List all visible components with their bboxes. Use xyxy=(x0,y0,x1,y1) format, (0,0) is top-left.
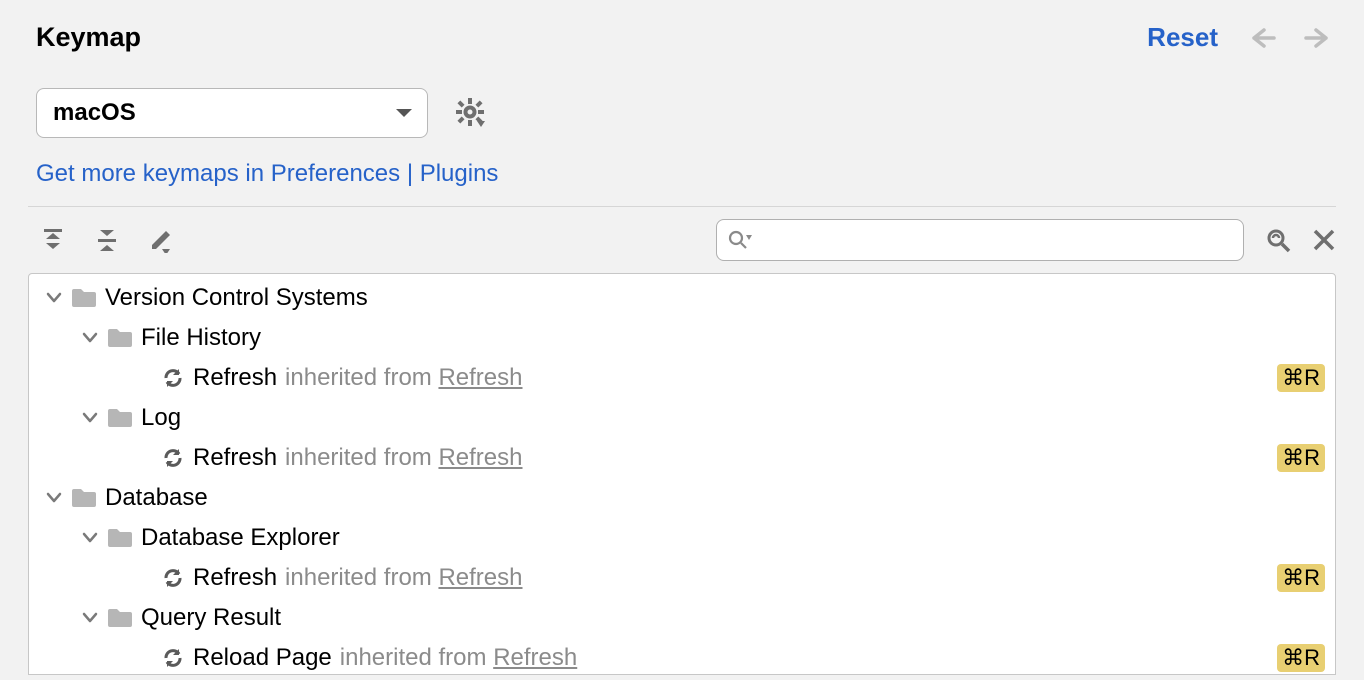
inherited-link[interactable]: Refresh xyxy=(438,364,522,391)
keymap-toolbar xyxy=(0,207,1364,273)
tree-node-log[interactable]: Log xyxy=(29,398,1335,438)
tree-node-label: Database xyxy=(105,484,208,512)
chevron-down-icon xyxy=(79,612,101,624)
shortcut-badge: ⌘R xyxy=(1277,644,1325,672)
action-db-explorer-refresh[interactable]: Refresh inherited from Refresh ⌘R xyxy=(29,558,1335,598)
search-input-container[interactable] xyxy=(716,219,1244,261)
keymap-selector-row: macOS xyxy=(0,53,1364,138)
get-more-keymaps-link[interactable]: Get more keymaps in Preferences | Plugin… xyxy=(0,138,1364,206)
shortcut-badge: ⌘R xyxy=(1277,364,1325,392)
inherited-link[interactable]: Refresh xyxy=(438,444,522,471)
find-by-shortcut-icon[interactable] xyxy=(1264,226,1292,254)
tree-node-label: Database Explorer xyxy=(141,524,340,552)
search-input[interactable] xyxy=(759,228,1233,253)
action-log-refresh[interactable]: Refresh inherited from Refresh ⌘R xyxy=(29,438,1335,478)
close-icon[interactable] xyxy=(1312,228,1336,252)
refresh-icon xyxy=(161,646,185,670)
tree-node-label: Log xyxy=(141,404,181,432)
chevron-down-icon xyxy=(79,412,101,424)
search-icon xyxy=(727,229,759,251)
folder-icon xyxy=(107,327,133,349)
tree-node-db-explorer[interactable]: Database Explorer xyxy=(29,518,1335,558)
folder-icon xyxy=(107,527,133,549)
action-label: Refresh xyxy=(193,564,277,592)
gear-icon[interactable] xyxy=(456,98,486,128)
refresh-icon xyxy=(161,366,185,390)
tree-node-file-history[interactable]: File History xyxy=(29,318,1335,358)
action-label: Reload Page xyxy=(193,644,332,672)
chevron-down-icon xyxy=(43,292,65,304)
chevron-down-icon xyxy=(43,492,65,504)
tree-node-label: Query Result xyxy=(141,604,281,632)
inherited-link[interactable]: Refresh xyxy=(438,564,522,591)
action-label: Refresh xyxy=(193,364,277,392)
shortcut-badge: ⌘R xyxy=(1277,444,1325,472)
inherited-text: inherited from Refresh xyxy=(285,444,522,472)
settings-header: Keymap Reset xyxy=(0,0,1364,53)
folder-icon xyxy=(107,407,133,429)
folder-icon xyxy=(107,607,133,629)
keymap-dropdown-value: macOS xyxy=(53,99,136,127)
folder-icon xyxy=(71,287,97,309)
tree-node-label: File History xyxy=(141,324,261,352)
back-arrow-icon[interactable] xyxy=(1246,26,1276,50)
tree-node-query-result[interactable]: Query Result xyxy=(29,598,1335,638)
inherited-text: inherited from Refresh xyxy=(285,564,522,592)
folder-icon xyxy=(71,487,97,509)
page-title: Keymap xyxy=(36,22,141,53)
forward-arrow-icon[interactable] xyxy=(1304,26,1334,50)
chevron-down-icon xyxy=(395,107,413,119)
reset-button[interactable]: Reset xyxy=(1147,22,1218,53)
keymap-tree: Version Control Systems File History Ref… xyxy=(28,273,1336,675)
action-label: Refresh xyxy=(193,444,277,472)
inherited-text: inherited from Refresh xyxy=(340,644,577,672)
inherited-link[interactable]: Refresh xyxy=(493,644,577,671)
inherited-text: inherited from Refresh xyxy=(285,364,522,392)
tree-node-vcs[interactable]: Version Control Systems xyxy=(29,278,1335,318)
keymap-dropdown[interactable]: macOS xyxy=(36,88,428,138)
tree-node-database[interactable]: Database xyxy=(29,478,1335,518)
tree-node-label: Version Control Systems xyxy=(105,284,368,312)
expand-all-icon[interactable] xyxy=(40,227,66,253)
chevron-down-icon xyxy=(79,332,101,344)
action-file-history-refresh[interactable]: Refresh inherited from Refresh ⌘R xyxy=(29,358,1335,398)
shortcut-badge: ⌘R xyxy=(1277,564,1325,592)
refresh-icon xyxy=(161,566,185,590)
chevron-down-icon xyxy=(79,532,101,544)
action-reload-page[interactable]: Reload Page inherited from Refresh ⌘R xyxy=(29,638,1335,675)
collapse-all-icon[interactable] xyxy=(94,227,120,253)
refresh-icon xyxy=(161,446,185,470)
edit-icon[interactable] xyxy=(148,227,174,253)
